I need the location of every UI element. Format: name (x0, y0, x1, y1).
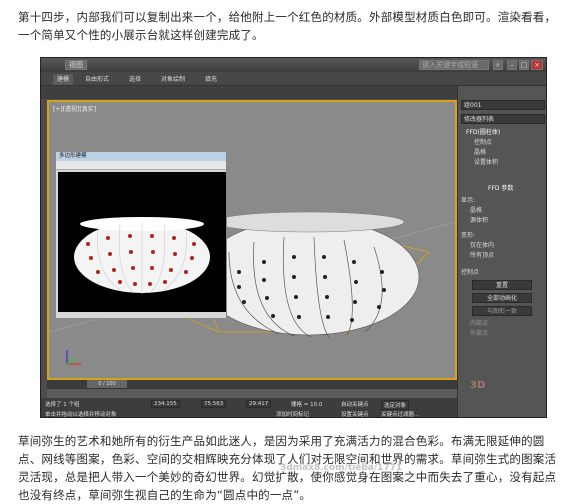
viewport-label[interactable]: [+][透视][真实] (53, 104, 96, 113)
source-volume-checkbox[interactable]: 源体积 (470, 216, 488, 226)
render-window-toolbar[interactable] (56, 161, 226, 170)
pumpkin-model (198, 211, 420, 338)
axis-gizmo (66, 350, 81, 365)
render-frame-window[interactable]: 多边形建模 (55, 151, 227, 319)
close-icon[interactable]: × (531, 60, 543, 70)
reset-button[interactable]: 重置 (472, 280, 532, 290)
perspective-viewport[interactable]: [+][透视][真实] 多边形建模 (47, 100, 457, 380)
search-input[interactable]: 键入关键字或短语 (419, 60, 489, 70)
tab-freeform[interactable]: 自由形式 (81, 74, 113, 85)
tab-selection[interactable]: 选择 (125, 74, 145, 85)
selection-status: 选择了 1 个组 (45, 402, 80, 408)
x-coordinate-field[interactable]: 234.155 (151, 400, 180, 408)
stack-item-ffd[interactable]: FFD(圆柱体) (466, 128, 500, 138)
animate-all-button[interactable]: 全部动画化 (472, 293, 532, 303)
all-vertices-radio[interactable]: 所有顶点 (470, 251, 494, 261)
frame-indicator[interactable]: 0 / 100 (87, 380, 127, 388)
command-panel: 组001 修改器列表 FFD(圆柱体) 控制点 晶格 设置体积 FFD 参数 显… (457, 86, 546, 417)
set-key-button[interactable]: 设置关键点 (341, 410, 369, 417)
tab-object-paint[interactable]: 对象绘制 (157, 74, 189, 85)
time-slider[interactable]: 0 / 100 (47, 380, 457, 388)
track-bar[interactable] (47, 388, 457, 398)
tab-modeling[interactable]: 建模 (53, 74, 74, 85)
title-bar: 视图 键入关键字或短语 ⌕ – □ × (41, 58, 546, 72)
toolbar-view-select[interactable]: 视图 (65, 60, 87, 70)
rollout-title[interactable]: FFD 参数 (488, 184, 513, 194)
rendered-image (58, 172, 226, 312)
maximize-icon[interactable]: □ (519, 60, 529, 70)
conform-to-shape-button[interactable]: 与图形一致 (472, 306, 532, 316)
minimize-icon[interactable]: – (507, 60, 517, 70)
ribbon: 建模 自由形式 选择 对象绘制 填充 (41, 72, 546, 86)
object-name-field[interactable]: 组001 (461, 100, 545, 110)
stack-item-set-volume[interactable]: 设置体积 (474, 158, 498, 168)
stack-item-lattice[interactable]: 晶格 (474, 148, 486, 158)
modifier-list-dropdown[interactable]: 修改器列表 (461, 114, 545, 124)
intro-paragraph: 第十四步，内部我们可以复制出来一个，给他附上一个红色的材质。外部模型材质白色即可… (18, 10, 557, 42)
z-coordinate-field[interactable]: 29.417 (246, 400, 272, 408)
only-in-volume-radio[interactable]: 仅在体内 (470, 241, 494, 251)
status-bar: 选择了 1 个组 单击并拖动以选择并移动对象 234.155 75.563 29… (41, 398, 457, 418)
control-points-label: 控制点 (461, 269, 480, 276)
grid-size: 栅格 = 10.0 (291, 402, 323, 408)
auto-key-button[interactable]: 自动关键点 (341, 400, 369, 408)
tab-populate[interactable]: 填充 (201, 74, 221, 85)
inside-points-checkbox[interactable]: 内部点 (470, 319, 488, 329)
outside-points-checkbox[interactable]: 外部点 (470, 329, 488, 339)
search-icon[interactable]: ⌕ (493, 60, 503, 70)
site-watermark-logo: 3D (470, 380, 486, 391)
prompt-hint: 单击并拖动以选择并移动对象 (45, 412, 117, 418)
render-window-title[interactable]: 多边形建模 (56, 152, 226, 161)
display-label: 显示: (461, 197, 476, 204)
stack-item-control-points[interactable]: 控制点 (474, 138, 492, 148)
add-time-tag[interactable]: 添加时间标记 (276, 410, 309, 417)
url-watermark: 3dmax8.com/tieba/1771 (280, 463, 403, 473)
key-filters-button[interactable]: 关键点过滤器... (381, 410, 419, 417)
selected-set-dropdown[interactable]: 选定对象 (381, 400, 410, 410)
y-coordinate-field[interactable]: 75.563 (201, 400, 227, 408)
max-screenshot: 视图 键入关键字或短语 ⌕ – □ × 建模 自由形式 选择 对象绘制 填充 [… (40, 57, 547, 418)
deform-label: 变形: (461, 232, 476, 239)
lattice-checkbox[interactable]: 晶格 (470, 206, 482, 216)
